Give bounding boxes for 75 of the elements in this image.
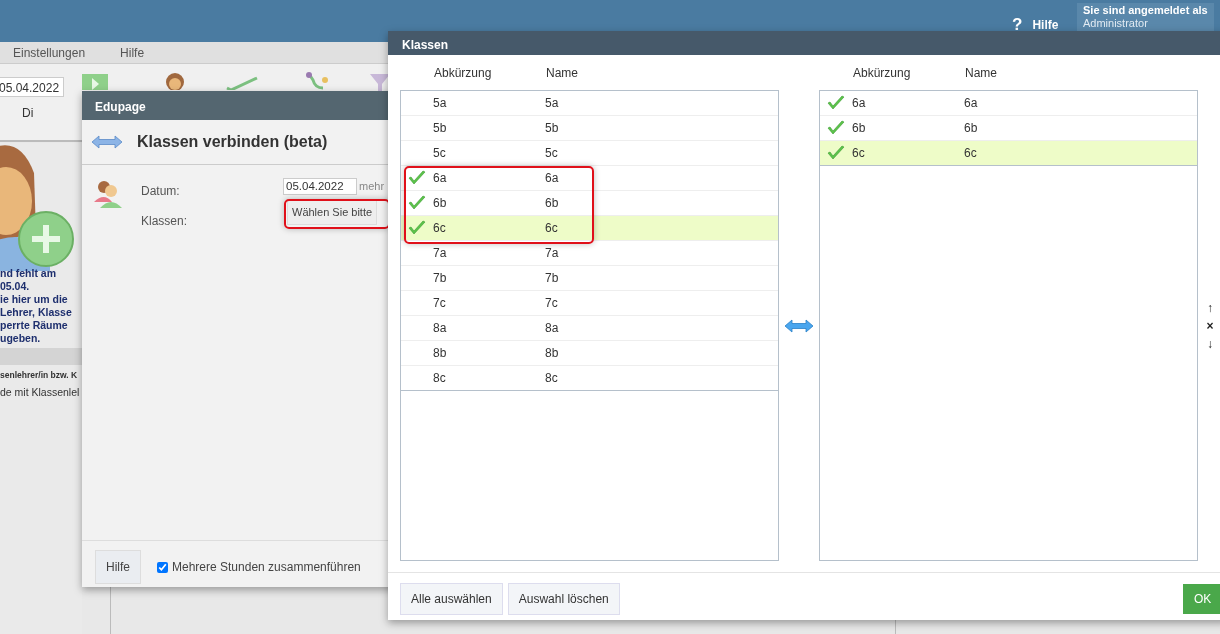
double-arrow-icon bbox=[91, 135, 123, 149]
order-control[interactable]: ↑ bbox=[1207, 298, 1213, 317]
menu-item[interactable]: Einstellungen bbox=[13, 43, 86, 62]
date-label: Datum: bbox=[141, 183, 181, 200]
table-cell-text: 6b bbox=[433, 195, 448, 212]
table-cell-text: 8b bbox=[433, 345, 448, 362]
table-cell-text: 5b bbox=[545, 120, 559, 137]
list-row[interactable]: 6a 6a bbox=[820, 91, 1197, 116]
list-row[interactable]: 8c 8c bbox=[401, 366, 778, 391]
table-cell-text: 5c bbox=[545, 145, 558, 162]
table-cell-text: 6b bbox=[545, 195, 559, 212]
footer-button[interactable]: Auswahl löschen bbox=[507, 583, 620, 615]
table-cell-text: 7c bbox=[545, 295, 558, 312]
list-row[interactable]: 6c 6c bbox=[401, 216, 778, 241]
list-row[interactable]: 6a 6a bbox=[401, 166, 778, 191]
table-cell-text: 5b bbox=[433, 120, 448, 137]
table-cell-text: 8b bbox=[545, 345, 559, 362]
table-cell-text: 5a bbox=[545, 95, 559, 112]
list-row[interactable]: 7b 7b bbox=[401, 266, 778, 291]
table-cell-text: 7a bbox=[545, 245, 559, 262]
table-cell-text: 6b bbox=[964, 120, 978, 137]
list-row[interactable]: 8b 8b bbox=[401, 341, 778, 366]
dialog-heading: Klassen verbinden (beta) bbox=[137, 132, 328, 152]
list-row[interactable]: 7c 7c bbox=[401, 291, 778, 316]
check-icon bbox=[225, 76, 259, 90]
table-cell-text: 7b bbox=[433, 270, 448, 287]
list-row[interactable]: 5b 5b bbox=[401, 116, 778, 141]
list-row[interactable]: 5c 5c bbox=[401, 141, 778, 166]
table-cell-text: 6c bbox=[964, 145, 977, 162]
table-cell-text: 6a bbox=[964, 95, 978, 112]
table-cell-text: 6a bbox=[852, 95, 867, 112]
table-cell-text: 6c bbox=[545, 220, 558, 237]
table-cell-text: 8a bbox=[433, 320, 448, 337]
people-icon bbox=[94, 178, 124, 208]
user-menu[interactable]: Sie sind angemeldet als Administrator bbox=[1077, 3, 1214, 31]
table-cell-text: 6c bbox=[852, 145, 866, 162]
table-cell-text: 6a bbox=[433, 170, 448, 187]
table-cell-text: 6c bbox=[433, 220, 447, 237]
list-row[interactable]: 5a 5a bbox=[401, 91, 778, 116]
list-row[interactable]: 8a 8a bbox=[401, 316, 778, 341]
classes-label: Klassen: bbox=[141, 213, 189, 230]
column-header: Name bbox=[546, 64, 578, 82]
table-cell-text: 5a bbox=[433, 95, 448, 112]
table-cell-text: 6b bbox=[852, 120, 867, 137]
column-header: Abkürzung bbox=[853, 64, 912, 82]
table-cell-text: 8a bbox=[545, 320, 559, 337]
order-control[interactable]: × bbox=[1206, 316, 1214, 335]
table-cell-text: 7a bbox=[433, 245, 448, 262]
column-header: Name bbox=[965, 64, 997, 82]
dialog-title: Klassen bbox=[388, 31, 1220, 55]
list-row[interactable]: 6c 6c bbox=[820, 141, 1197, 166]
menu-item[interactable]: Hilfe bbox=[120, 43, 145, 62]
help-button[interactable]: Hilfe bbox=[95, 550, 141, 584]
merge-checkbox[interactable] bbox=[157, 561, 168, 573]
absence-message: nd fehlt am 05.04. ie hier um die Lehrer, Klasse perrte Räume ugeben. bbox=[0, 267, 73, 345]
day-label: Di bbox=[22, 105, 34, 122]
list-row[interactable]: 7a 7a bbox=[401, 241, 778, 266]
play-icon bbox=[82, 74, 108, 90]
note-text: senlehrer/in bzw. K bbox=[0, 369, 78, 382]
footer-button[interactable]: Alle auswählen bbox=[400, 583, 503, 615]
table-cell-text: 6a bbox=[545, 170, 559, 187]
table-cell-text: 7b bbox=[545, 270, 559, 287]
choose-button[interactable]: Wählen Sie bitte bbox=[287, 200, 378, 225]
date-field[interactable]: 05.04.2022 bbox=[0, 77, 64, 97]
table-cell-text: 8c bbox=[545, 370, 558, 387]
order-control[interactable]: ↓ bbox=[1207, 334, 1213, 353]
table-cell-text: 7c bbox=[433, 295, 447, 312]
info-text: de mit Klassenlel bbox=[0, 385, 80, 400]
checkbox-label: Mehrere Stunden zusammenführen bbox=[172, 559, 361, 576]
date-field[interactable]: 05.04.2022 bbox=[283, 178, 357, 195]
double-arrow-icon bbox=[784, 318, 814, 333]
help-link[interactable]: Hilfe bbox=[1032, 15, 1059, 34]
table-cell-text: 5c bbox=[433, 145, 447, 162]
column-header: Abkürzung bbox=[434, 64, 493, 82]
table-cell-text: 8c bbox=[433, 370, 447, 387]
